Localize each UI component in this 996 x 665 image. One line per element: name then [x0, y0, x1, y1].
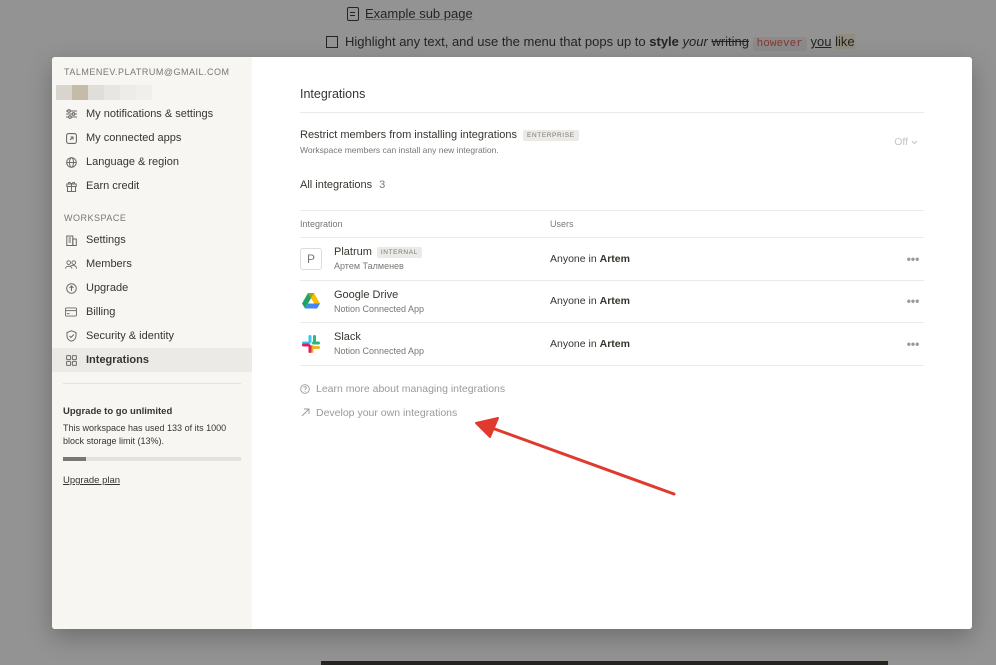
more-options-button[interactable]: ••• [902, 294, 924, 308]
account-avatar [56, 85, 252, 100]
more-options-button[interactable]: ••• [902, 337, 924, 351]
integration-name: Google Drive [334, 288, 399, 301]
integrations-count: 3 [379, 179, 386, 191]
external-link-icon [65, 132, 77, 144]
develop-integrations-link[interactable]: Develop your own integrations [300, 407, 924, 419]
nav-label: My notifications & settings [86, 108, 214, 120]
building-icon [65, 234, 77, 246]
slack-icon [300, 333, 322, 355]
nav-label: Security & identity [86, 330, 175, 342]
storage-progress-bar [63, 457, 241, 461]
nav-settings[interactable]: Settings [52, 228, 252, 252]
nav-language-region[interactable]: Language & region [52, 150, 252, 174]
column-header-integration: Integration [300, 219, 343, 229]
workspace-nav: Settings Members Upgrade Billing Securit… [52, 228, 252, 372]
question-circle-icon [300, 383, 310, 394]
integration-name: Slack [334, 331, 361, 344]
platrum-logo: P [300, 247, 322, 270]
nav-label: Settings [86, 234, 126, 246]
nav-notifications-settings[interactable]: My notifications & settings [52, 102, 252, 126]
nav-label: Billing [86, 306, 116, 318]
integration-owner: Артем Талменев [334, 261, 404, 272]
storage-progress-fill [63, 457, 87, 461]
table-row: Google Drive Notion Connected App Anyone… [300, 281, 924, 323]
account-email: TALMENEV.PLATRUM@GMAIL.COM [64, 67, 230, 77]
restrict-title-row: Restrict members from installing integra… [300, 129, 579, 141]
all-integrations-heading: All integrations 3 [300, 179, 924, 191]
nav-connected-apps[interactable]: My connected apps [52, 126, 252, 150]
nav-label: Integrations [86, 354, 149, 366]
integration-users: Anyone in Artem [550, 295, 630, 308]
table-row: Slack Notion Connected App Anyone in Art… [300, 323, 924, 366]
learn-more-link[interactable]: Learn more about managing integrations [300, 383, 924, 395]
gift-icon [65, 180, 77, 192]
upgrade-plan-link[interactable]: Upgrade plan [63, 475, 120, 486]
settings-modal: TALMENEV.PLATRUM@GMAIL.COM My notificati… [52, 57, 972, 629]
restrict-select[interactable]: Off [894, 136, 924, 148]
table-row: P Platrum INTERNAL Артем Талменев Anyone… [300, 238, 924, 281]
google-drive-icon [300, 290, 322, 312]
integration-name: Platrum [334, 246, 372, 259]
shield-icon [65, 330, 77, 342]
integration-name-row: Platrum INTERNAL [334, 246, 422, 258]
integrations-table: Integration Users P Platrum INTERNAL Арт… [300, 210, 924, 366]
restrict-setting: Restrict members from installing integra… [300, 129, 924, 155]
sliders-icon [65, 108, 77, 120]
integration-users: Anyone in Artem [550, 337, 630, 350]
integration-owner: Notion Connected App [334, 346, 425, 357]
upgrade-title: Upgrade to go unlimited [63, 406, 173, 417]
more-options-button[interactable]: ••• [902, 252, 924, 266]
integration-name-row: Google Drive [334, 289, 424, 301]
internal-badge: INTERNAL [376, 246, 422, 258]
credit-card-icon [65, 306, 77, 318]
chevron-down-icon [911, 136, 918, 148]
nav-label: Language & region [86, 156, 179, 168]
column-header-users: Users [550, 219, 574, 229]
integration-name-row: Slack [334, 331, 424, 343]
integration-owner: Notion Connected App [334, 303, 425, 314]
globe-icon [65, 156, 77, 168]
restrict-title: Restrict members from installing integra… [300, 129, 518, 141]
integrations-panel: Integrations Restrict members from insta… [252, 57, 972, 629]
all-integrations-label: All integrations [300, 179, 373, 191]
nav-earn-credit[interactable]: Earn credit [52, 174, 252, 198]
upgrade-box: Upgrade to go unlimited This workspace h… [52, 384, 252, 488]
arrow-up-circle-icon [65, 282, 77, 294]
enterprise-badge: ENTERPRISE [523, 129, 579, 141]
settings-sidebar: TALMENEV.PLATRUM@GMAIL.COM My notificati… [52, 57, 252, 629]
nav-security-identity[interactable]: Security & identity [52, 324, 252, 348]
learn-more-label: Learn more about managing integrations [316, 382, 506, 395]
nav-members[interactable]: Members [52, 252, 252, 276]
develop-label: Develop your own integrations [316, 406, 458, 419]
nav-label: Upgrade [86, 282, 129, 294]
nav-label: Members [86, 258, 132, 270]
people-icon [65, 258, 77, 270]
arrow-up-right-icon [300, 408, 310, 418]
integration-users: Anyone in Artem [550, 252, 630, 265]
account-nav: My notifications & settings My connected… [52, 102, 252, 198]
page-title: Integrations [300, 87, 924, 113]
grid-icon [65, 354, 77, 366]
workspace-section-label: WORKSPACE [64, 213, 127, 223]
nav-label: My connected apps [86, 132, 182, 144]
restrict-subtitle: Workspace members can install any new in… [300, 145, 499, 155]
upgrade-description: This workspace has used 133 of its 1000 … [63, 423, 227, 446]
restrict-select-value: Off [894, 136, 908, 148]
nav-upgrade[interactable]: Upgrade [52, 276, 252, 300]
nav-label: Earn credit [86, 180, 140, 192]
nav-billing[interactable]: Billing [52, 300, 252, 324]
nav-integrations[interactable]: Integrations [52, 348, 252, 372]
table-header: Integration Users [300, 211, 924, 238]
